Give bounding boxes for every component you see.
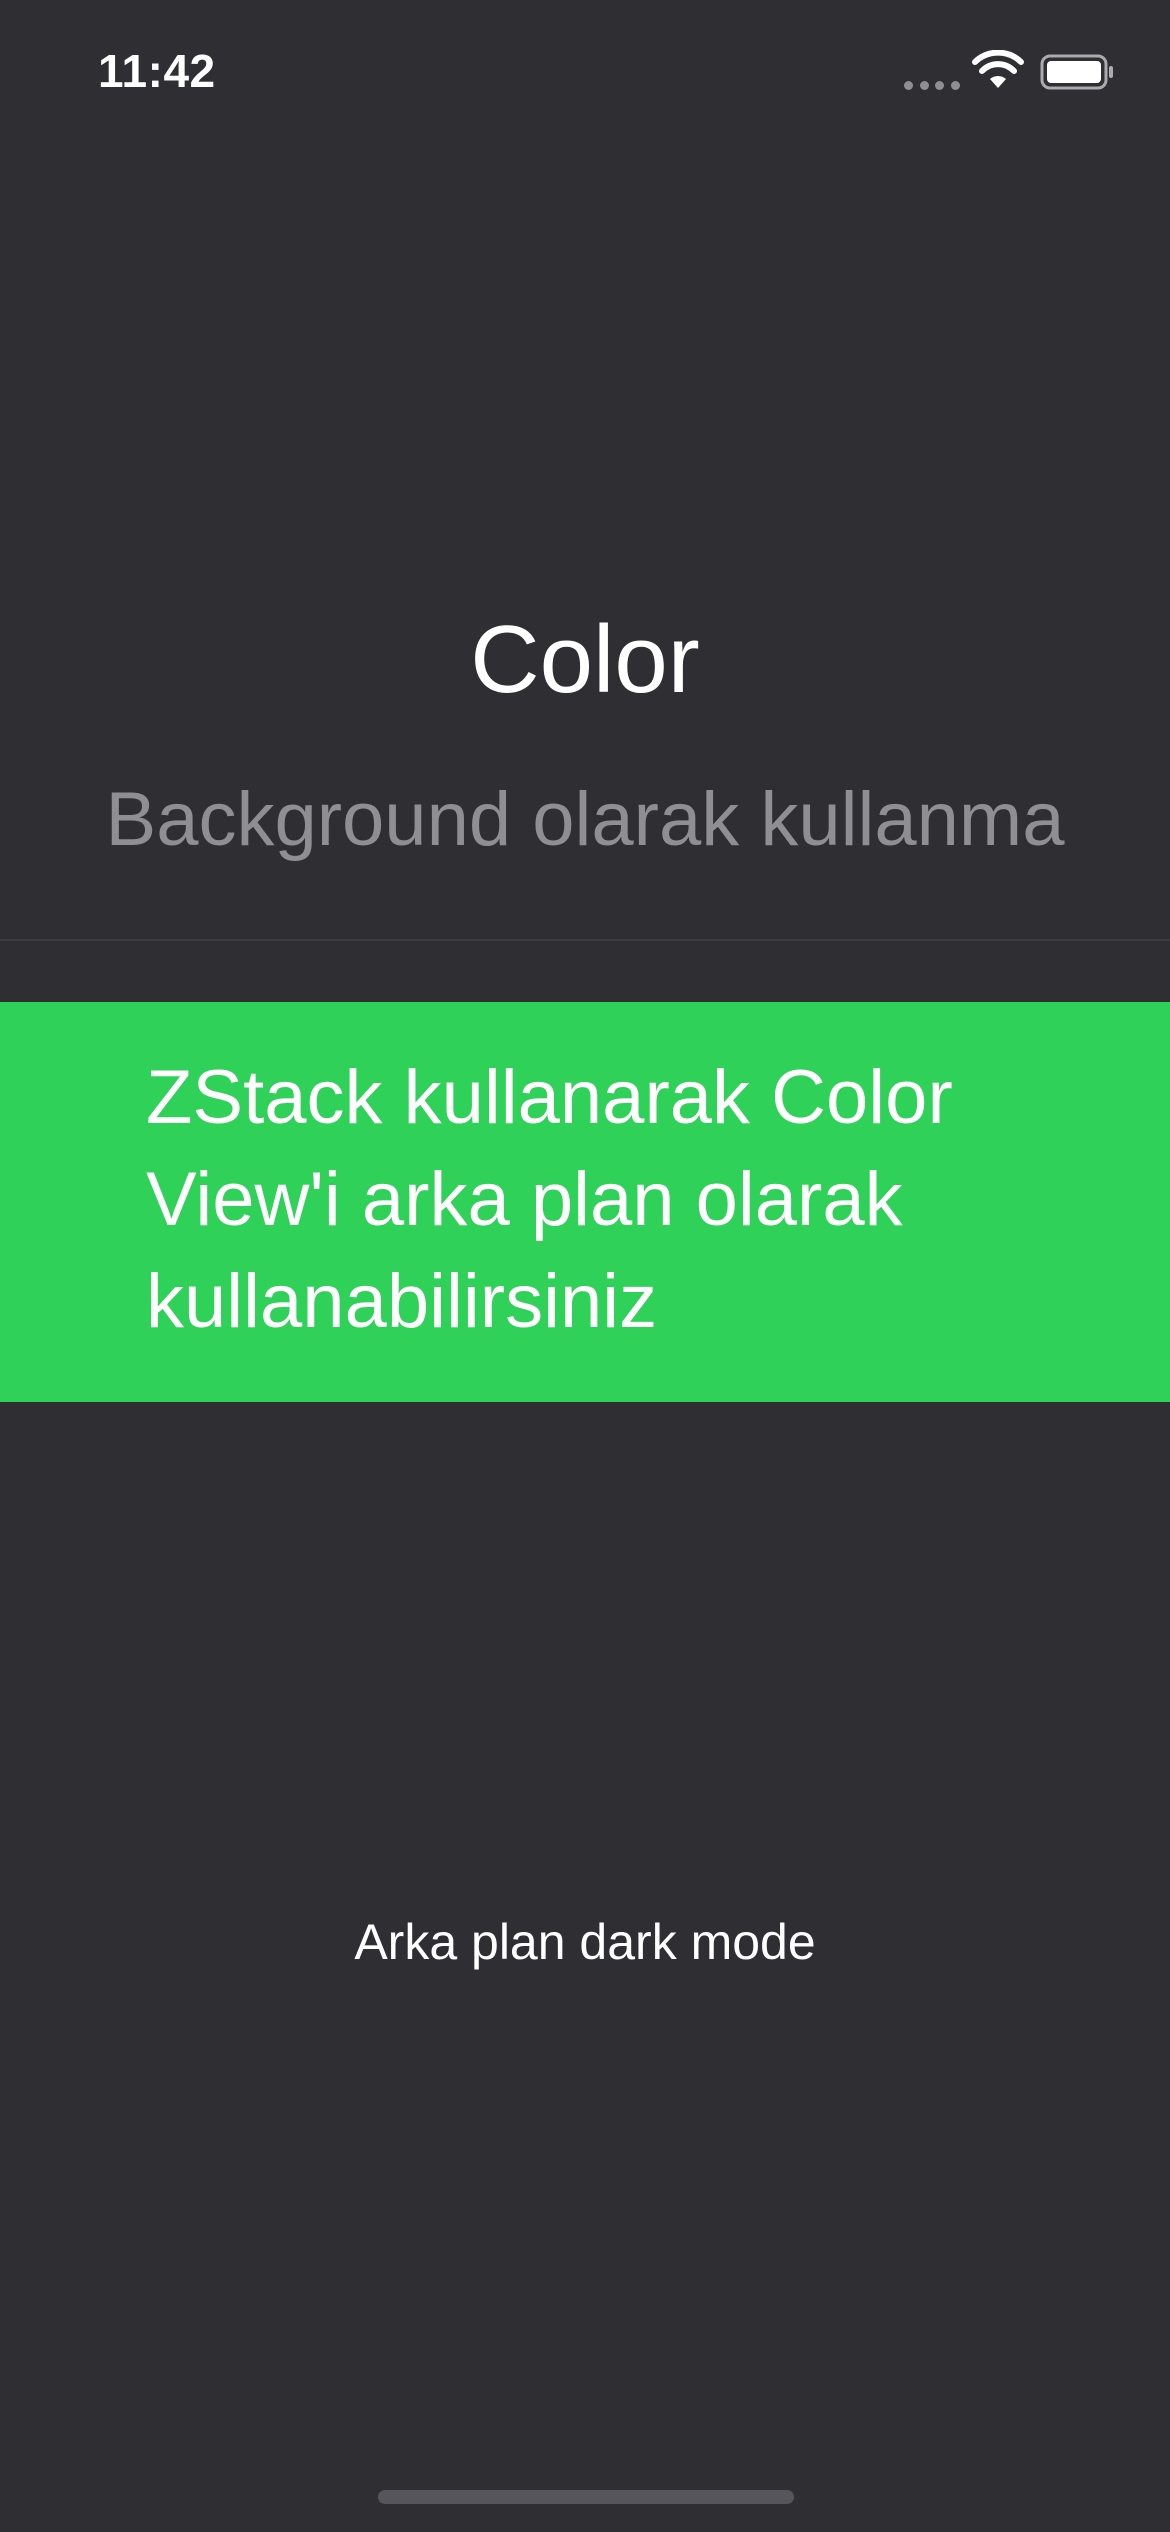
cellular-signal-icon [904,80,960,90]
green-background-panel: ZStack kullanarak Color View'i arka plan… [0,1002,1170,1402]
status-time: 11:42 [98,45,216,97]
wifi-icon [972,50,1024,88]
home-indicator[interactable] [378,2490,794,2504]
battery-icon [1040,54,1113,90]
page-title: Color [470,606,700,713]
divider [0,939,1170,941]
page-subtitle: Background olarak kullanma [105,777,1065,862]
highlight-text: ZStack kullanarak Color View'i arka plan… [146,1055,953,1344]
footer-text: Arka plan dark mode [354,1914,816,1970]
status-bar: 11:42 [0,0,1170,140]
